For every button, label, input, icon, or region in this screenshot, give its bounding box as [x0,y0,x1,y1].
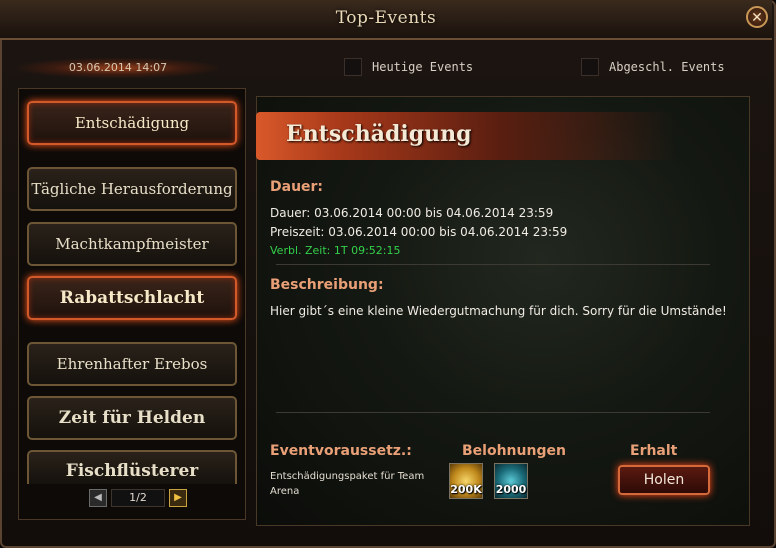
next-page-button[interactable]: ▶ [169,489,187,507]
footer-divider [276,412,710,413]
section-divider [276,264,710,265]
remaining-time-text: Verbl. Zeit: 1T 09:52:15 [270,244,401,257]
prev-page-button[interactable]: ◀ [89,489,107,507]
close-button[interactable]: ✕ [746,6,768,28]
duration-text: Dauer: 03.06.2014 00:00 bis 04.06.2014 2… [270,206,554,220]
requirements-heading: Eventvoraussetz.: [270,443,412,459]
description-text: Hier gibt´s eine kleine Wiedergutmachung… [270,304,727,318]
sidebar-item-zeit-fuer-helden[interactable]: Zeit für Helden [27,396,237,440]
checkbox-completed-events[interactable] [581,58,599,76]
gold-coins-icon[interactable]: 200K [449,463,483,499]
filter-today-label: Heutige Events [372,60,474,74]
checkbox-today-events[interactable] [344,58,362,76]
claim-button[interactable]: Holen [618,465,710,495]
reward-gold-amount: 200K [450,483,482,496]
description-heading: Beschreibung: [270,277,384,293]
rewards-heading: Belohnungen [462,443,566,459]
window-title: Top-Events [335,8,437,28]
sidebar-item-entschaedigung[interactable]: Entschädigung [27,101,237,145]
event-title: Entschädigung [286,121,472,147]
server-datetime: 03.06.2014 14:07 [18,58,218,78]
prize-time-text: Preiszeit: 03.06.2014 00:00 bis 04.06.20… [270,225,568,239]
requirements-text: Entschädigungspaket für Team Arena [270,471,425,497]
filter-completed-label: Abgeschl. Events [609,60,725,74]
page-indicator: 1/2 [111,489,165,507]
claim-heading: Erhalt [630,443,678,459]
filter-completed-events[interactable]: Abgeschl. Events [581,57,725,77]
filter-today-events[interactable]: Heutige Events [344,57,473,77]
sidebar-pager: ◀ 1/2 ▶ [89,489,187,507]
sidebar-item-taegliche-herausforderung[interactable]: Tägliche Herausforderung [27,167,237,211]
gem-crystal-icon[interactable]: 2000 [494,463,528,499]
title-bar: Top-Events ✕ [0,0,772,40]
sidebar-item-fischfluesterer[interactable]: Fischflüsterer [27,450,237,484]
duration-heading: Dauer: [270,179,324,195]
sidebar-item-ehrenhafter-erebos[interactable]: Ehrenhafter Erebos [27,342,237,386]
sidebar-item-machtkampfmeister[interactable]: Machtkampfmeister [27,222,237,266]
event-sidebar: Entschädigung Tägliche Herausforderung M… [18,88,246,520]
sidebar-item-rabattschlacht[interactable]: Rabattschlacht [27,276,237,320]
reward-gem-amount: 2000 [495,483,527,496]
